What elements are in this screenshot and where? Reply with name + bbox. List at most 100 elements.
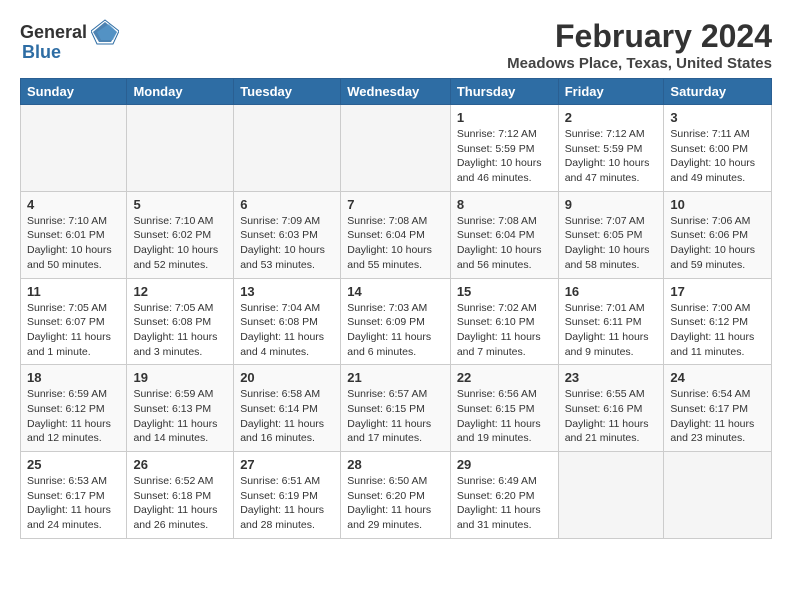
calendar-cell: 18 Sunrise: 6:59 AM Sunset: 6:12 PM Dayli… xyxy=(21,365,127,452)
calendar-cell: 22Sunrise: 6:56 AM Sunset: 6:15 PM Dayli… xyxy=(450,365,558,452)
day-info: Sunrise: 7:08 AM Sunset: 6:04 PM Dayligh… xyxy=(457,214,552,273)
day-number: 11 xyxy=(27,284,120,299)
logo-text-general: General xyxy=(20,22,87,43)
calendar-cell xyxy=(664,452,772,539)
day-info: Sunrise: 7:12 AM Sunset: 5:59 PM Dayligh… xyxy=(565,127,658,186)
day-info: Sunrise: 6:59 AM Sunset: 6:13 PM Dayligh… xyxy=(133,387,227,446)
calendar-cell: 9 Sunrise: 7:07 AM Sunset: 6:05 PM Daylig… xyxy=(558,191,664,278)
day-info: Sunrise: 7:10 AM Sunset: 6:01 PM Dayligh… xyxy=(27,214,120,273)
day-number: 21 xyxy=(347,370,444,385)
calendar-cell: 7 Sunrise: 7:08 AM Sunset: 6:04 PM Daylig… xyxy=(341,191,451,278)
calendar-week-1: 1 Sunrise: 7:12 AM Sunset: 5:59 PM Daylig… xyxy=(21,105,772,192)
calendar-cell: 20 Sunrise: 6:58 AM Sunset: 6:14 PM Dayli… xyxy=(234,365,341,452)
day-info: Sunrise: 7:02 AM Sunset: 6:10 PM Dayligh… xyxy=(457,301,552,360)
day-info: Sunrise: 7:08 AM Sunset: 6:04 PM Dayligh… xyxy=(347,214,444,273)
day-info: Sunrise: 7:06 AM Sunset: 6:06 PM Dayligh… xyxy=(670,214,765,273)
calendar-cell: 29Sunrise: 6:49 AM Sunset: 6:20 PM Dayli… xyxy=(450,452,558,539)
day-info: Sunrise: 6:50 AM Sunset: 6:20 PM Dayligh… xyxy=(347,474,444,533)
day-number: 9 xyxy=(565,197,658,212)
calendar-cell xyxy=(234,105,341,192)
col-saturday: Saturday xyxy=(664,79,772,105)
calendar-cell: 24Sunrise: 6:54 AM Sunset: 6:17 PM Dayli… xyxy=(664,365,772,452)
calendar-cell: 4 Sunrise: 7:10 AM Sunset: 6:01 PM Daylig… xyxy=(21,191,127,278)
calendar-cell: 23 Sunrise: 6:55 AM Sunset: 6:16 PM Dayli… xyxy=(558,365,664,452)
calendar-cell: 14 Sunrise: 7:03 AM Sunset: 6:09 PM Dayli… xyxy=(341,278,451,365)
day-info: Sunrise: 7:00 AM Sunset: 6:12 PM Dayligh… xyxy=(670,301,765,360)
day-number: 18 xyxy=(27,370,120,385)
day-number: 20 xyxy=(240,370,334,385)
calendar-cell: 11 Sunrise: 7:05 AM Sunset: 6:07 PM Dayli… xyxy=(21,278,127,365)
calendar-cell xyxy=(558,452,664,539)
day-number: 3 xyxy=(670,110,765,125)
calendar-cell: 28 Sunrise: 6:50 AM Sunset: 6:20 PM Dayli… xyxy=(341,452,451,539)
day-number: 19 xyxy=(133,370,227,385)
day-info: Sunrise: 6:57 AM Sunset: 6:15 PM Dayligh… xyxy=(347,387,444,446)
day-info: Sunrise: 7:03 AM Sunset: 6:09 PM Dayligh… xyxy=(347,301,444,360)
day-info: Sunrise: 7:05 AM Sunset: 6:07 PM Dayligh… xyxy=(27,301,120,360)
calendar-week-3: 11 Sunrise: 7:05 AM Sunset: 6:07 PM Dayli… xyxy=(21,278,772,365)
day-number: 4 xyxy=(27,197,120,212)
calendar-cell: 19 Sunrise: 6:59 AM Sunset: 6:13 PM Dayli… xyxy=(127,365,234,452)
day-info: Sunrise: 7:11 AM Sunset: 6:00 PM Dayligh… xyxy=(670,127,765,186)
calendar-cell: 16 Sunrise: 7:01 AM Sunset: 6:11 PM Dayli… xyxy=(558,278,664,365)
day-number: 26 xyxy=(133,457,227,472)
day-number: 17 xyxy=(670,284,765,299)
calendar-cell: 26 Sunrise: 6:52 AM Sunset: 6:18 PM Dayli… xyxy=(127,452,234,539)
day-number: 14 xyxy=(347,284,444,299)
day-number: 23 xyxy=(565,370,658,385)
calendar-cell: 25Sunrise: 6:53 AM Sunset: 6:17 PM Dayli… xyxy=(21,452,127,539)
header: General Blue February 2024 Meadows Place… xyxy=(20,18,772,72)
calendar-table: Sunday Monday Tuesday Wednesday Thursday… xyxy=(20,78,772,539)
day-number: 1 xyxy=(457,110,552,125)
main-title: February 2024 xyxy=(507,18,772,55)
day-info: Sunrise: 6:58 AM Sunset: 6:14 PM Dayligh… xyxy=(240,387,334,446)
day-info: Sunrise: 7:01 AM Sunset: 6:11 PM Dayligh… xyxy=(565,301,658,360)
day-number: 22 xyxy=(457,370,552,385)
day-info: Sunrise: 7:09 AM Sunset: 6:03 PM Dayligh… xyxy=(240,214,334,273)
calendar-cell: 17 Sunrise: 7:00 AM Sunset: 6:12 PM Dayli… xyxy=(664,278,772,365)
day-number: 16 xyxy=(565,284,658,299)
logo: General Blue xyxy=(20,18,119,63)
header-row: Sunday Monday Tuesday Wednesday Thursday… xyxy=(21,79,772,105)
day-number: 12 xyxy=(133,284,227,299)
day-info: Sunrise: 6:52 AM Sunset: 6:18 PM Dayligh… xyxy=(133,474,227,533)
calendar-cell: 21 Sunrise: 6:57 AM Sunset: 6:15 PM Dayli… xyxy=(341,365,451,452)
calendar-cell: 1Sunrise: 7:12 AM Sunset: 5:59 PM Daylig… xyxy=(450,105,558,192)
day-number: 28 xyxy=(347,457,444,472)
calendar-cell: 13 Sunrise: 7:04 AM Sunset: 6:08 PM Dayli… xyxy=(234,278,341,365)
calendar-cell: 6Sunrise: 7:09 AM Sunset: 6:03 PM Daylig… xyxy=(234,191,341,278)
calendar-cell: 3 Sunrise: 7:11 AM Sunset: 6:00 PM Daylig… xyxy=(664,105,772,192)
day-info: Sunrise: 6:59 AM Sunset: 6:12 PM Dayligh… xyxy=(27,387,120,446)
day-number: 25 xyxy=(27,457,120,472)
day-number: 2 xyxy=(565,110,658,125)
day-number: 5 xyxy=(133,197,227,212)
calendar-cell: 10Sunrise: 7:06 AM Sunset: 6:06 PM Dayli… xyxy=(664,191,772,278)
calendar-cell: 27 Sunrise: 6:51 AM Sunset: 6:19 PM Dayli… xyxy=(234,452,341,539)
calendar-cell: 5 Sunrise: 7:10 AM Sunset: 6:02 PM Daylig… xyxy=(127,191,234,278)
day-number: 29 xyxy=(457,457,552,472)
subtitle: Meadows Place, Texas, United States xyxy=(507,55,772,72)
logo-icon xyxy=(91,18,119,46)
day-info: Sunrise: 6:51 AM Sunset: 6:19 PM Dayligh… xyxy=(240,474,334,533)
col-wednesday: Wednesday xyxy=(341,79,451,105)
day-number: 27 xyxy=(240,457,334,472)
day-number: 15 xyxy=(457,284,552,299)
col-sunday: Sunday xyxy=(21,79,127,105)
calendar-cell xyxy=(21,105,127,192)
calendar-cell: 15 Sunrise: 7:02 AM Sunset: 6:10 PM Dayli… xyxy=(450,278,558,365)
day-number: 8 xyxy=(457,197,552,212)
title-block: February 2024 Meadows Place, Texas, Unit… xyxy=(507,18,772,72)
col-tuesday: Tuesday xyxy=(234,79,341,105)
calendar-week-4: 18 Sunrise: 6:59 AM Sunset: 6:12 PM Dayli… xyxy=(21,365,772,452)
col-friday: Friday xyxy=(558,79,664,105)
day-info: Sunrise: 7:07 AM Sunset: 6:05 PM Dayligh… xyxy=(565,214,658,273)
col-monday: Monday xyxy=(127,79,234,105)
day-number: 13 xyxy=(240,284,334,299)
calendar-cell xyxy=(127,105,234,192)
calendar-week-5: 25Sunrise: 6:53 AM Sunset: 6:17 PM Dayli… xyxy=(21,452,772,539)
calendar-week-2: 4 Sunrise: 7:10 AM Sunset: 6:01 PM Daylig… xyxy=(21,191,772,278)
day-info: Sunrise: 7:04 AM Sunset: 6:08 PM Dayligh… xyxy=(240,301,334,360)
day-info: Sunrise: 7:10 AM Sunset: 6:02 PM Dayligh… xyxy=(133,214,227,273)
day-info: Sunrise: 6:55 AM Sunset: 6:16 PM Dayligh… xyxy=(565,387,658,446)
day-number: 7 xyxy=(347,197,444,212)
